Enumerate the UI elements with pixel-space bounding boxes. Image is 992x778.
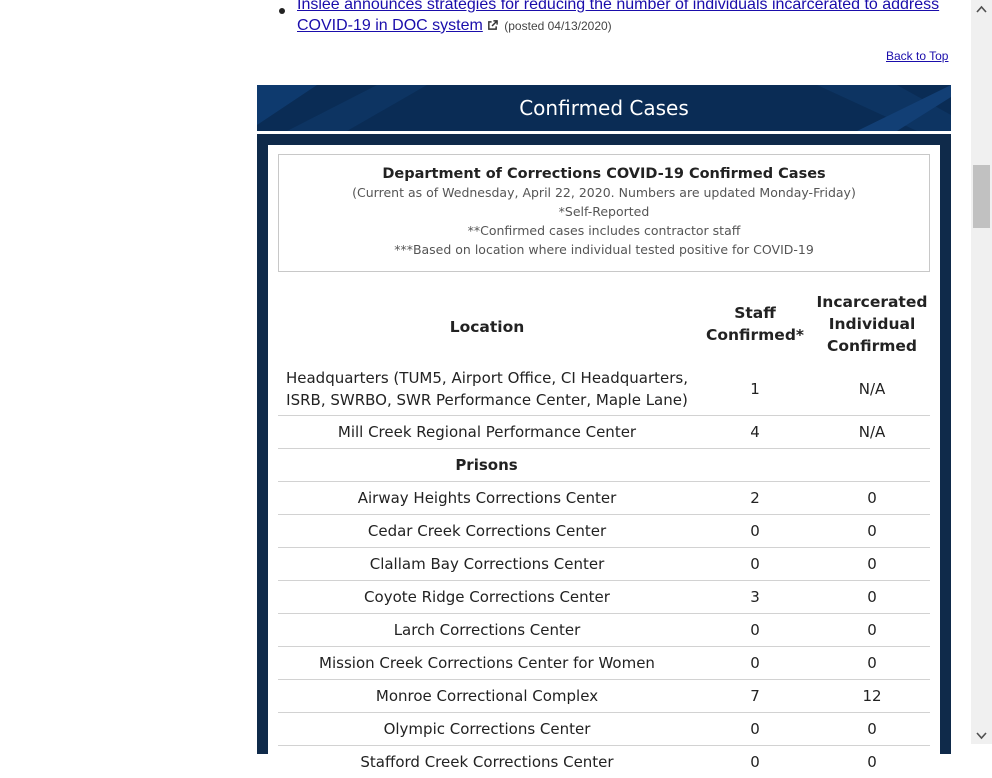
cell-staff: 0 bbox=[696, 713, 814, 746]
cell-staff: 0 bbox=[696, 647, 814, 680]
cell-location: Clallam Bay Corrections Center bbox=[278, 548, 696, 581]
cell-location: Stafford Creek Corrections Center bbox=[278, 746, 696, 778]
news-link[interactable]: Inslee announces strategies for reducing… bbox=[297, 0, 939, 34]
scroll-up-button[interactable] bbox=[971, 0, 992, 17]
cell-incarcerated: 0 bbox=[814, 482, 930, 515]
scroll-down-button[interactable] bbox=[971, 727, 992, 744]
cell-staff: 3 bbox=[696, 581, 814, 614]
cell-staff: 0 bbox=[696, 515, 814, 548]
table-row: Cedar Creek Corrections Center 0 0 bbox=[278, 515, 930, 548]
cell-incarcerated: 0 bbox=[814, 746, 930, 778]
cell-location: Monroe Correctional Complex bbox=[278, 680, 696, 713]
table-row: Larch Corrections Center 0 0 bbox=[278, 614, 930, 647]
cell-staff: 0 bbox=[696, 548, 814, 581]
chevron-down-icon bbox=[976, 732, 987, 740]
cell-staff: 7 bbox=[696, 680, 814, 713]
cell-staff: 0 bbox=[696, 614, 814, 647]
scrollbar-thumb[interactable] bbox=[973, 165, 990, 228]
table-caption: Department of Corrections COVID-19 Confi… bbox=[278, 154, 930, 272]
cell-staff: 4 bbox=[696, 416, 814, 449]
cell-incarcerated: 0 bbox=[814, 647, 930, 680]
header-staff-confirmed: Staff Confirmed* bbox=[696, 284, 814, 363]
chevron-up-icon bbox=[976, 5, 987, 13]
cell-incarcerated: 0 bbox=[814, 548, 930, 581]
table-row: Headquarters (TUM5, Airport Office, CI H… bbox=[278, 363, 930, 416]
cell-location: Airway Heights Corrections Center bbox=[278, 482, 696, 515]
cell-staff: 2 bbox=[696, 482, 814, 515]
section-banner: Confirmed Cases bbox=[257, 85, 951, 131]
cell-staff: 0 bbox=[696, 746, 814, 778]
caption-note-location: ***Based on location where individual te… bbox=[279, 240, 929, 259]
cell-location: Coyote Ridge Corrections Center bbox=[278, 581, 696, 614]
cell-location: Cedar Creek Corrections Center bbox=[278, 515, 696, 548]
banner-title: Confirmed Cases bbox=[257, 85, 951, 131]
table-row: Stafford Creek Corrections Center 0 0 bbox=[278, 746, 930, 778]
cell-incarcerated: N/A bbox=[814, 416, 930, 449]
header-location: Location bbox=[278, 284, 696, 363]
bullet bbox=[279, 8, 285, 14]
table-row: Mill Creek Regional Performance Center 4… bbox=[278, 416, 930, 449]
cell-location: Mission Creek Corrections Center for Wom… bbox=[278, 647, 696, 680]
external-link-icon[interactable] bbox=[487, 20, 498, 31]
caption-note-self-reported: *Self-Reported bbox=[279, 202, 929, 221]
table-row: Olympic Corrections Center 0 0 bbox=[278, 713, 930, 746]
news-list-item: Inslee announces strategies for reducing… bbox=[279, 0, 949, 37]
section-empty-cell bbox=[696, 449, 814, 482]
cell-location: Headquarters (TUM5, Airport Office, CI H… bbox=[278, 363, 696, 416]
cell-location: Mill Creek Regional Performance Center bbox=[278, 416, 696, 449]
cell-incarcerated: 0 bbox=[814, 713, 930, 746]
cell-staff: 1 bbox=[696, 363, 814, 416]
caption-title: Department of Corrections COVID-19 Confi… bbox=[279, 166, 929, 182]
caption-subtitle: (Current as of Wednesday, April 22, 2020… bbox=[279, 183, 929, 202]
posted-date: (posted 04/13/2020) bbox=[504, 19, 611, 33]
vertical-scrollbar[interactable] bbox=[971, 0, 992, 744]
table-row: Monroe Correctional Complex 7 12 bbox=[278, 680, 930, 713]
cell-incarcerated: 0 bbox=[814, 515, 930, 548]
table-header-row: Location Staff Confirmed* Incarcerated I… bbox=[278, 284, 930, 363]
back-to-top-link[interactable]: Back to Top bbox=[886, 49, 948, 63]
cell-location: Larch Corrections Center bbox=[278, 614, 696, 647]
table-row: Mission Creek Corrections Center for Wom… bbox=[278, 647, 930, 680]
table-row: Coyote Ridge Corrections Center 3 0 bbox=[278, 581, 930, 614]
news-item: Inslee announces strategies for reducing… bbox=[297, 0, 949, 37]
table-row: Airway Heights Corrections Center 2 0 bbox=[278, 482, 930, 515]
section-label: Prisons bbox=[278, 449, 696, 482]
cell-incarcerated: N/A bbox=[814, 363, 930, 416]
header-incarcerated-confirmed: Incarcerated Individual Confirmed bbox=[814, 284, 930, 363]
cases-panel: Department of Corrections COVID-19 Confi… bbox=[257, 134, 951, 754]
cases-table: Location Staff Confirmed* Incarcerated I… bbox=[278, 284, 930, 778]
cell-incarcerated: 0 bbox=[814, 614, 930, 647]
cases-panel-inner: Department of Corrections COVID-19 Confi… bbox=[268, 145, 940, 765]
section-row-prisons: Prisons bbox=[278, 449, 930, 482]
cell-location: Olympic Corrections Center bbox=[278, 713, 696, 746]
cell-incarcerated: 12 bbox=[814, 680, 930, 713]
table-row: Clallam Bay Corrections Center 0 0 bbox=[278, 548, 930, 581]
section-empty-cell bbox=[814, 449, 930, 482]
cell-incarcerated: 0 bbox=[814, 581, 930, 614]
caption-note-contractor: **Confirmed cases includes contractor st… bbox=[279, 221, 929, 240]
